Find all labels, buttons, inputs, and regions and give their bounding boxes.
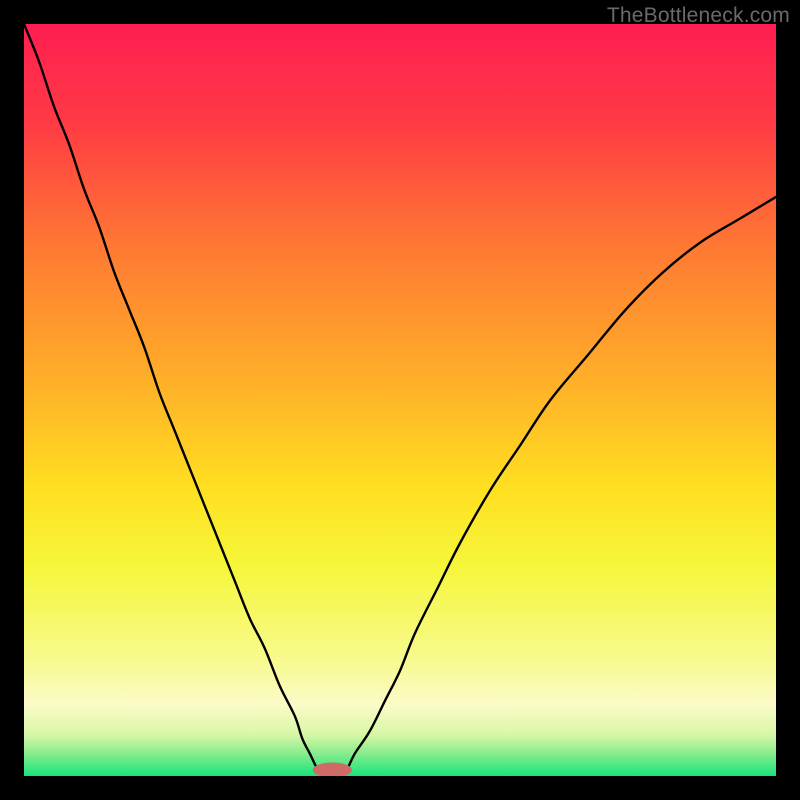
plot-area	[24, 24, 776, 776]
watermark-text: TheBottleneck.com	[607, 4, 790, 28]
chart-svg	[24, 24, 776, 776]
chart-frame: TheBottleneck.com	[0, 0, 800, 800]
gradient-background	[24, 24, 776, 776]
